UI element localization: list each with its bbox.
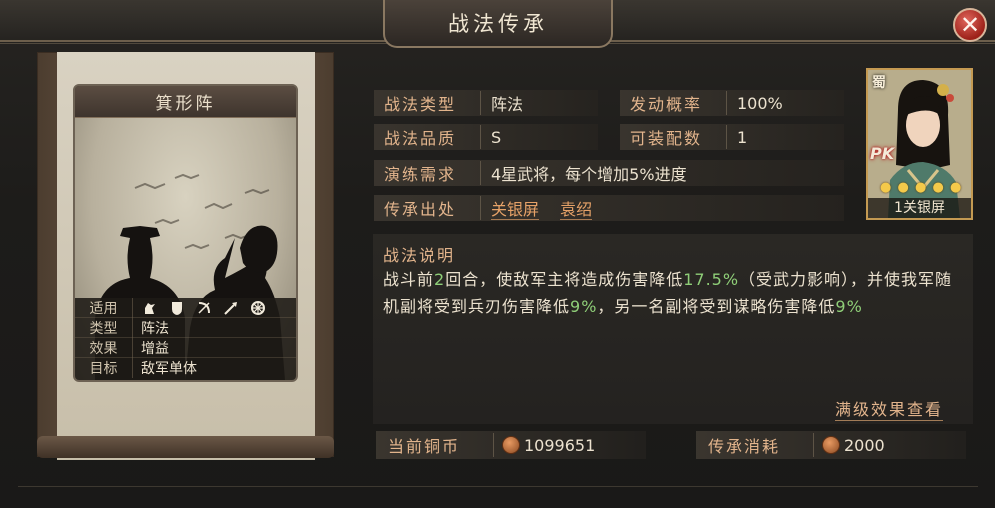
card-row-value: 增益 [141,340,169,357]
description-text: 战斗前2回合，使敌军主将造成伤害降低17.5%（受武力影响），并使我军随机副将受… [383,266,963,320]
card-row-effect: 效果 增益 [75,337,296,358]
field-value: 阵法 [491,95,524,114]
field-value: S [491,127,502,147]
desc-part: ，另一名副将受到谋略伤害降低 [597,297,836,316]
pk-badge: PK [870,144,895,163]
field-slots: 可装配数 1 [620,124,844,150]
description-title: 战法说明 [383,246,456,265]
shield-icon [168,300,186,316]
field-label: 战法品质 [374,125,481,149]
field-value: 1 [737,127,748,147]
star-icon: ● [914,180,928,195]
card-row-target: 目标 敌军单体 [75,358,296,378]
star-icon: ● [932,180,945,195]
faction-label: 蜀 [872,75,886,91]
scroll-roller [37,436,334,458]
field-trigger-prob: 发动概率 100% [620,90,844,116]
field-value: 4星武将，每个增加5%进度 [491,165,687,184]
desc-part: 回合，使敌军主将造成伤害降低 [445,270,684,289]
card-row-value: 阵法 [141,320,169,337]
desc-highlight: 9% [835,297,863,316]
spear-icon [222,300,240,316]
bow-icon [195,300,213,316]
tactic-card-title: 箕形阵 [75,86,296,118]
copper-coin-icon [822,436,840,454]
card-row-label: 目标 [75,358,133,378]
star-icon: ● [897,180,910,195]
field-label: 战法类型 [374,91,481,115]
source-links: 关银屏 袁绍 [481,196,608,220]
card-row-label: 适用 [75,297,133,318]
target-type-icons [133,300,267,316]
star-icon: ● [949,180,963,195]
star-rating: ● ● ● ● ● [880,180,962,195]
window-title: 战法传承 [448,12,548,36]
tactic-card: 箕形阵 适用 类型 阵法 效果 增益 目标 敌军单体 [73,84,298,382]
current-copper-value: 1099651 [524,435,596,455]
field-training-req: 演练需求 4星武将，每个增加5%进度 [374,160,844,186]
general-portrait[interactable]: 蜀 PK ● ● ● ● ● 1关银屏 [866,68,973,220]
desc-highlight: 2 [434,270,446,289]
copper-coin-icon [502,436,520,454]
full-effect-link[interactable]: 满级效果查看 [835,396,944,421]
card-row-label: 类型 [75,317,133,338]
desc-highlight: 17.5% [683,270,740,289]
source-link-yuanshao[interactable]: 袁绍 [560,200,593,220]
source-link-guanyinping[interactable]: 关银屏 [491,200,540,220]
card-row-targets: 适用 [75,297,296,318]
field-tactic-quality: 战法品质 S [374,124,598,150]
desc-part: 战斗前 [383,270,435,289]
inherit-cost-value: 2000 [844,435,885,455]
close-icon: ✕ [959,11,981,39]
card-row-label: 效果 [75,337,133,358]
copper-amount: 1099651 [494,436,595,455]
card-row-type: 类型 阵法 [75,317,296,338]
field-label: 传承出处 [374,196,481,220]
close-button[interactable]: ✕ [953,8,987,42]
wheel-icon [249,300,267,316]
field-source: 传承出处 关银屏 袁绍 [374,195,844,221]
general-name: 1关银屏 [868,198,971,218]
desc-highlight: 9% [570,297,598,316]
field-label: 发动概率 [620,91,727,115]
field-label: 演练需求 [374,161,481,185]
bottom-divider [18,486,978,487]
field-inherit-cost: 传承消耗 2000 [696,431,966,459]
title-plate: 战法传承 [383,0,613,48]
field-current-copper: 当前铜币 1099651 [376,431,646,459]
cavalry-icon [141,300,159,316]
field-label: 当前铜币 [376,433,494,457]
star-icon: ● [880,180,893,195]
cost-amount: 2000 [814,436,885,455]
field-value: 100% [737,93,783,113]
field-label: 传承消耗 [696,433,814,457]
field-tactic-type: 战法类型 阵法 [374,90,598,116]
card-row-value: 敌军单体 [141,361,197,377]
tactic-card-info: 适用 类型 阵法 效果 增益 目标 敌军单体 [75,297,296,380]
field-label: 可装配数 [620,125,727,149]
